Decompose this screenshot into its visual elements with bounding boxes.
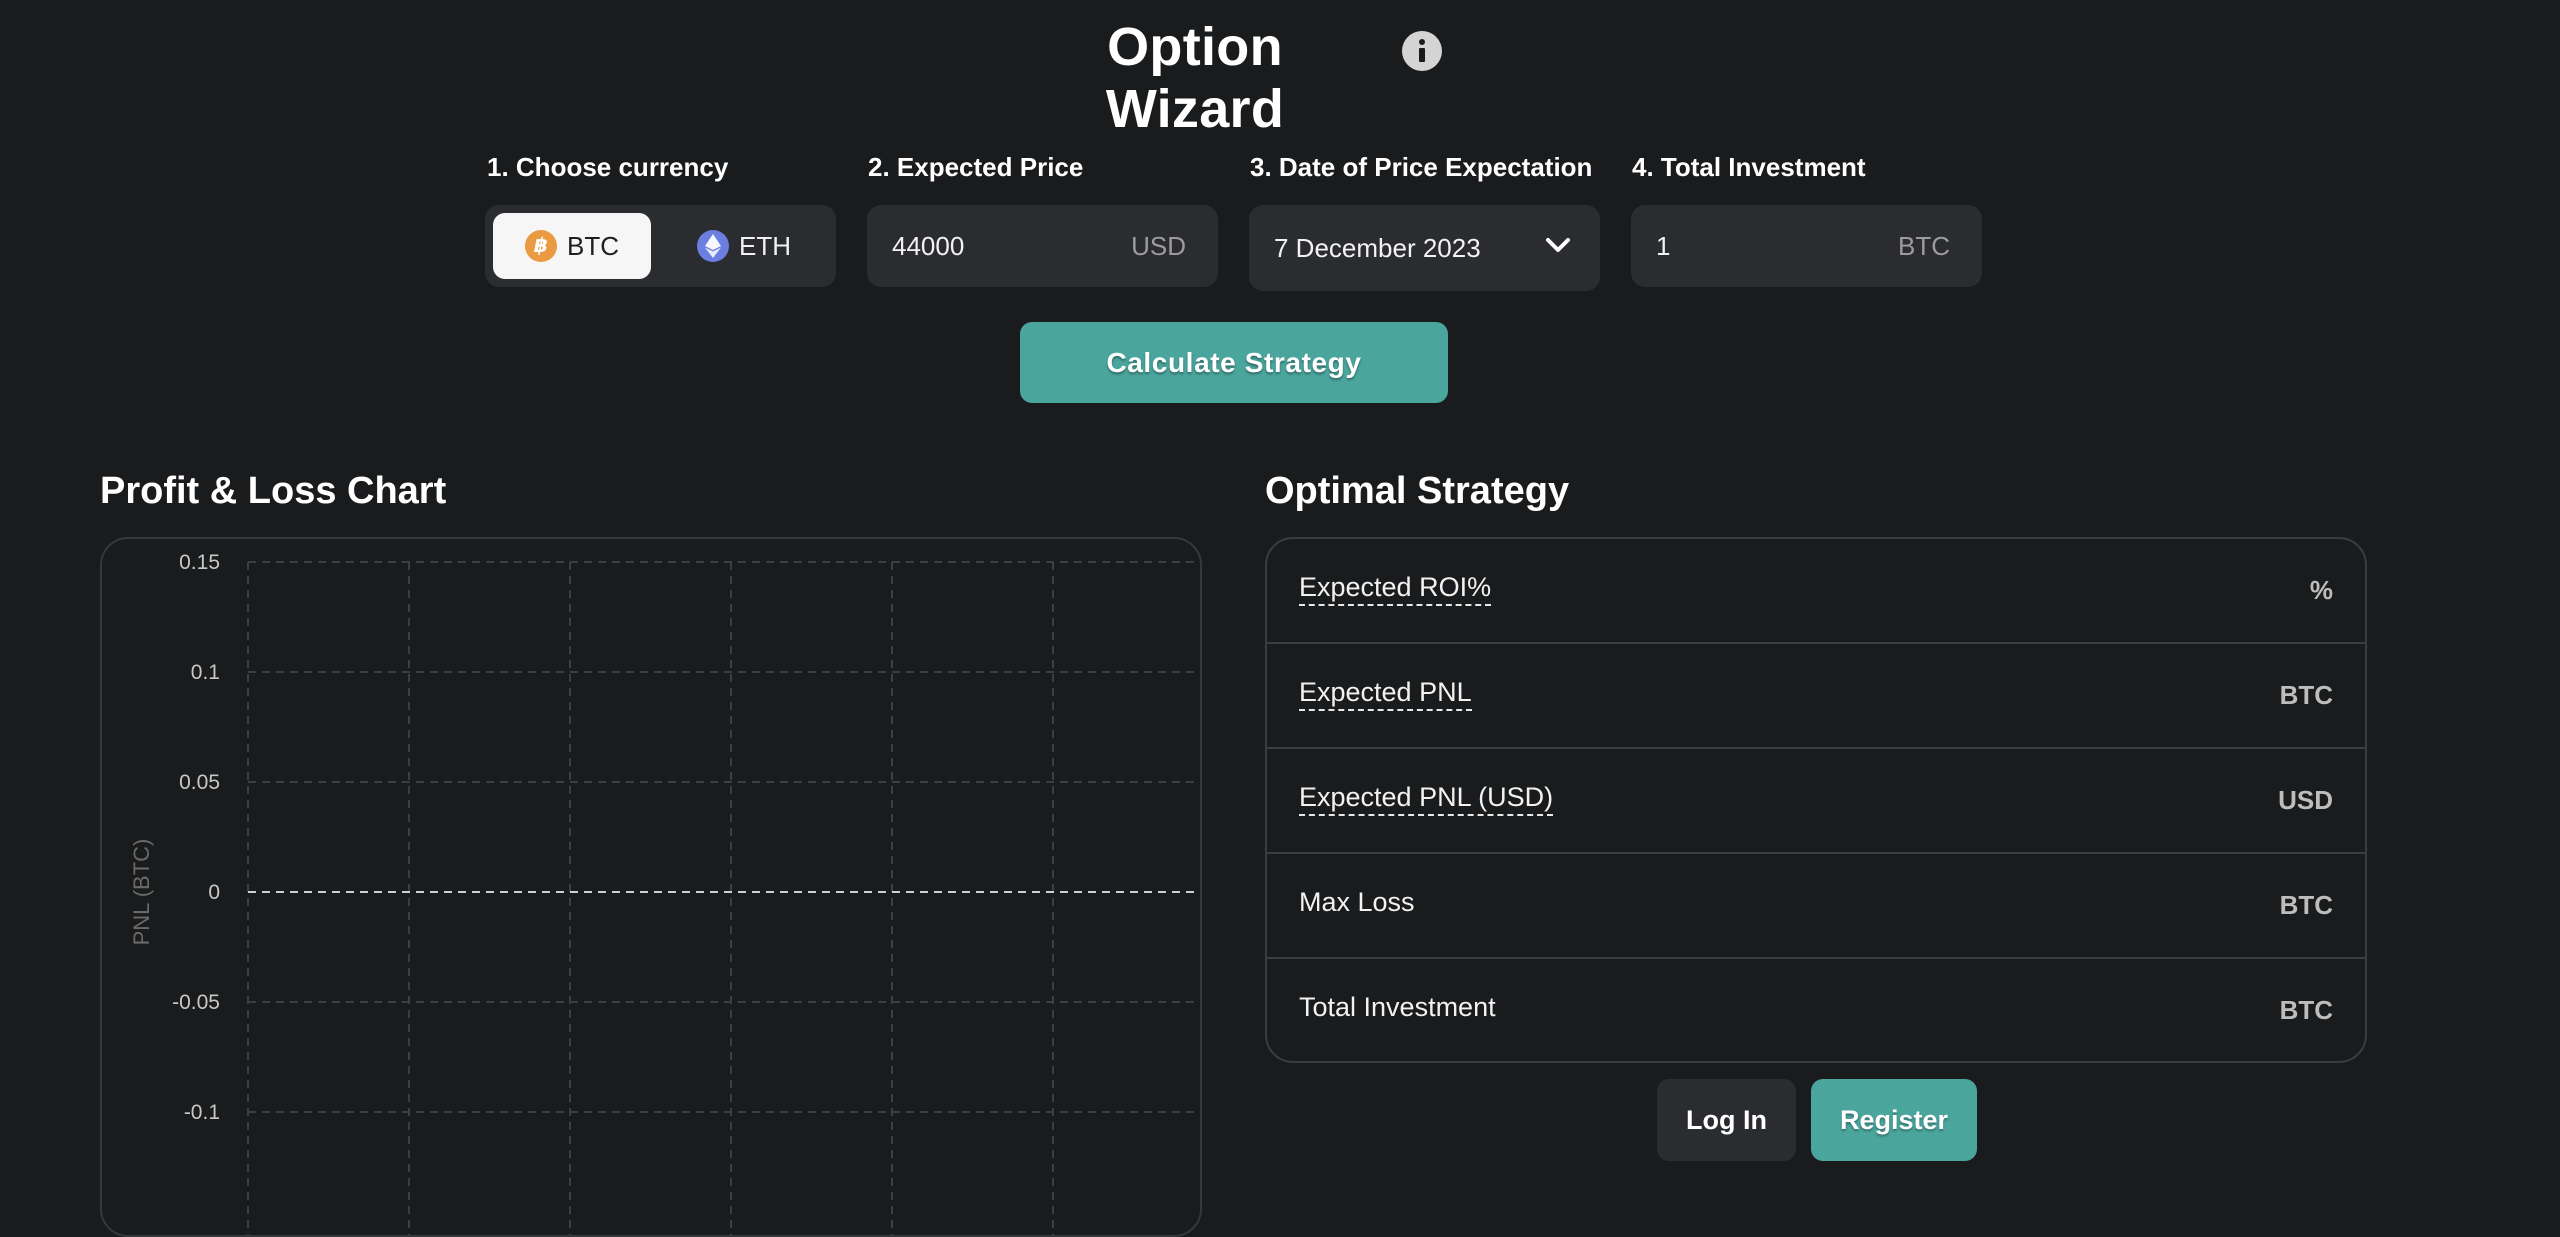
y-tick-label: 0	[208, 881, 220, 904]
pnl-chart: 0.15 0.1 0.05 0 -0.05 -0.1 PNL (BTC)	[129, 551, 1200, 1235]
chart-title: Profit & Loss Chart	[100, 470, 447, 512]
total-investment-unit: BTC	[2279, 995, 2333, 1025]
expected-pnl-unit: BTC	[2279, 680, 2333, 710]
login-button[interactable]: Log In	[1657, 1079, 1796, 1161]
date-value: 7 December 2023	[1274, 233, 1481, 263]
strategy-row-total-investment: Total Investment BTC	[1267, 959, 2365, 1061]
currency-option-label: ETH	[739, 230, 791, 261]
currency-option-label: BTC	[567, 230, 619, 261]
expected-price-label: 2. Expected Price	[868, 152, 1084, 182]
max-loss-label: Max Loss	[1299, 887, 1415, 917]
max-loss-unit: BTC	[2279, 890, 2333, 920]
expected-roi-unit: %	[2309, 575, 2333, 605]
investment-field: BTC	[1631, 205, 1982, 287]
expected-pnl-label[interactable]: Expected PNL	[1299, 677, 1472, 711]
currency-selector: ฿ BTC ETH	[485, 205, 836, 287]
y-tick-label: -0.1	[184, 1101, 220, 1124]
date-select[interactable]: 7 December 2023	[1249, 205, 1600, 291]
y-tick-label: 0.05	[179, 771, 220, 794]
strategy-title: Optimal Strategy	[1265, 470, 1570, 512]
register-button[interactable]: Register	[1811, 1079, 1977, 1161]
ethereum-icon	[697, 230, 729, 262]
strategy-row-max-loss: Max Loss BTC	[1267, 854, 2365, 959]
expected-price-field: USD	[867, 205, 1218, 287]
strategy-card: Expected ROI% % Expected PNL BTC Expecte…	[1265, 537, 2367, 1063]
currency-label: 1. Choose currency	[487, 152, 729, 182]
strategy-row-expected-pnl: Expected PNL BTC	[1267, 644, 2365, 749]
pnl-chart-card: 0.15 0.1 0.05 0 -0.05 -0.1 PNL (BTC)	[100, 537, 1202, 1237]
investment-unit: BTC	[1898, 231, 1950, 261]
y-tick-label: 0.1	[191, 661, 220, 684]
investment-input[interactable]	[1656, 205, 1856, 287]
expected-pnl-usd-label[interactable]: Expected PNL (USD)	[1299, 782, 1554, 816]
y-tick-label: -0.05	[172, 991, 220, 1014]
expected-price-unit: USD	[1131, 231, 1186, 261]
page-title: Option Wizard	[1105, 17, 1285, 139]
currency-option-eth[interactable]: ETH	[665, 213, 823, 279]
chevron-down-icon	[1546, 238, 1570, 252]
strategy-row-expected-pnl-usd: Expected PNL (USD) USD	[1267, 749, 2365, 854]
calculate-strategy-button[interactable]: Calculate Strategy	[1020, 322, 1448, 403]
info-icon[interactable]	[1402, 31, 1442, 71]
y-axis-label: PNL (BTC)	[129, 839, 154, 946]
date-label: 3. Date of Price Expectation	[1250, 152, 1593, 182]
expected-roi-label[interactable]: Expected ROI%	[1299, 572, 1492, 606]
y-tick-label: 0.15	[179, 551, 220, 574]
strategy-row-expected-roi: Expected ROI% %	[1267, 539, 2365, 644]
bitcoin-icon: ฿	[525, 230, 557, 262]
expected-price-input[interactable]	[892, 205, 1092, 287]
currency-option-btc[interactable]: ฿ BTC	[493, 213, 651, 279]
total-investment-label: Total Investment	[1299, 992, 1496, 1022]
investment-label: 4. Total Investment	[1632, 152, 1866, 182]
expected-pnl-usd-unit: USD	[2278, 785, 2333, 815]
